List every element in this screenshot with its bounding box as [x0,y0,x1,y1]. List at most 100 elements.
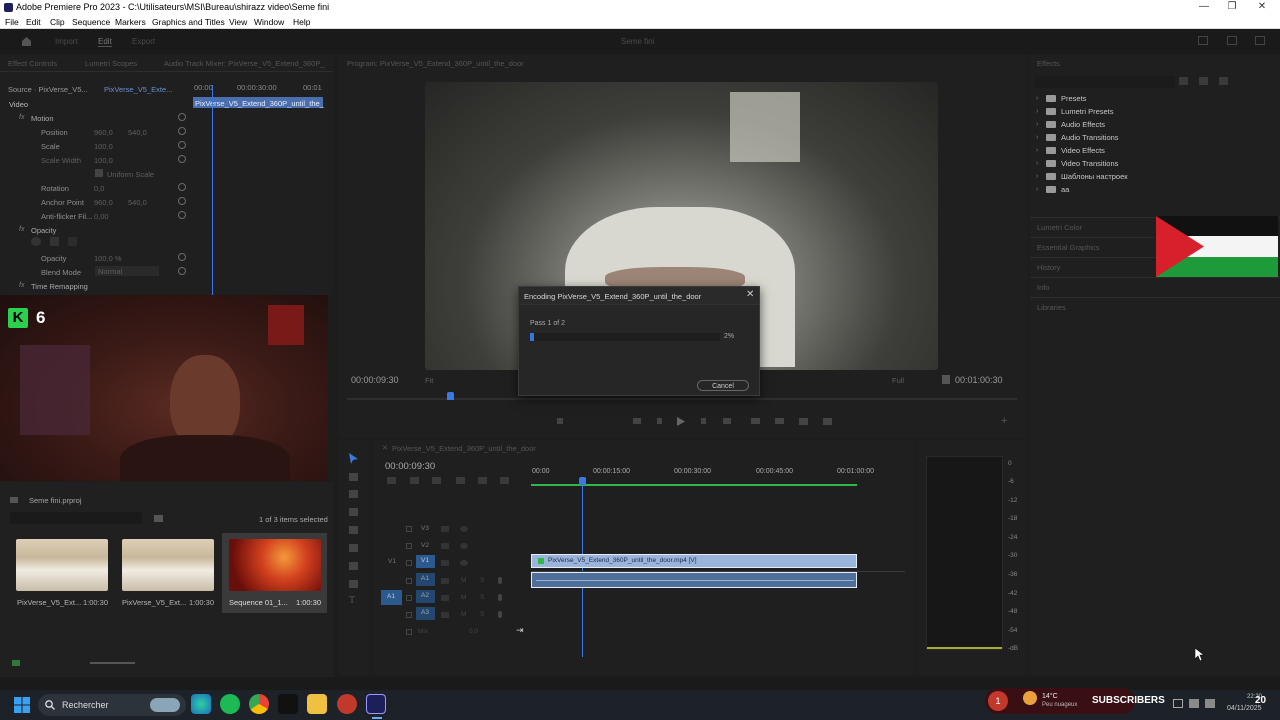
insert-sequence-icon[interactable] [387,477,396,484]
extract-icon[interactable] [775,418,784,424]
add-marker-icon[interactable] [557,418,563,424]
mix-expand-icon[interactable]: ⇥ [516,625,524,636]
tab-lumetri-scopes[interactable]: Lumetri Scopes [85,59,137,68]
effects-item[interactable]: Шаблоны настроек [1061,172,1128,181]
effects-item[interactable]: Audio Effects [1061,120,1105,129]
lock-icon[interactable] [406,629,412,635]
mix-value[interactable]: 0,0 [469,628,478,635]
chevron-right-icon[interactable]: › [1036,173,1038,180]
taskbar-search[interactable]: Rechercher [38,694,186,716]
project-thumbnail[interactable] [229,539,321,591]
yuv-effects-icon[interactable] [1219,77,1228,85]
home-icon[interactable] [21,36,32,46]
step-back-icon[interactable] [633,418,641,424]
file-explorer-icon[interactable] [307,694,327,714]
ec-value[interactable]: 0,0 [94,184,104,193]
menu-sequence[interactable]: Sequence [72,17,110,27]
tab-effect-controls[interactable]: Effect Controls [8,59,57,68]
project-search-input[interactable] [10,512,142,524]
premiere-taskbar-icon[interactable] [366,694,386,714]
effects-item[interactable]: Presets [1061,94,1086,103]
sync-lock-icon[interactable] [441,612,449,618]
effects-item[interactable]: Video Effects [1061,146,1105,155]
menu-clip[interactable]: Clip [50,17,65,27]
edge-icon[interactable] [191,694,211,714]
reset-icon[interactable] [178,141,186,149]
slip-tool-icon[interactable] [349,526,358,534]
rectangle-tool-icon[interactable] [349,562,358,570]
razor-tool-icon[interactable] [349,508,358,516]
project-thumbnail[interactable] [16,539,108,591]
effects-search-input[interactable] [1035,76,1175,88]
reset-icon[interactable] [178,183,186,191]
sync-lock-icon[interactable] [441,543,449,549]
share-icon[interactable] [1227,36,1237,45]
snap-icon[interactable] [410,477,419,484]
mask-rect-icon[interactable] [50,237,59,246]
timeline-tab[interactable]: PixVerse_V5_Extend_360P_until_the_door [392,444,536,453]
mute-icon[interactable]: M [461,611,466,618]
source-patch-a[interactable]: A1 [381,590,402,605]
hand-tool-icon[interactable] [349,580,358,588]
panel-libraries[interactable]: Libraries [1037,303,1066,312]
solo-icon[interactable]: S [480,611,484,618]
resolution-select[interactable]: Full [892,376,904,385]
chevron-right-icon[interactable]: › [1036,147,1038,154]
track-target-a2[interactable]: A2 [416,590,435,603]
compare-icon[interactable] [823,418,832,425]
zoom-slider[interactable] [90,662,135,664]
mute-icon[interactable]: M [461,577,466,584]
wrench-icon[interactable] [942,375,950,384]
menu-graphics[interactable]: Graphics and Titles [152,17,225,27]
lift-icon[interactable] [751,418,760,424]
reset-icon[interactable] [178,127,186,135]
network-icon[interactable] [1205,699,1215,708]
spotify-icon[interactable] [220,694,240,714]
wrench-icon[interactable] [478,477,487,484]
program-playhead[interactable] [447,392,454,400]
timeline-timecode[interactable]: 00:00:09:30 [385,461,435,472]
32bit-effects-icon[interactable] [1199,77,1208,85]
close-button[interactable]: ✕ [1247,1,1277,12]
lock-icon[interactable] [406,595,412,601]
program-timecode[interactable]: 00:00:09:30 [351,375,399,385]
reset-icon[interactable] [178,267,186,275]
chevron-right-icon[interactable]: › [1036,121,1038,128]
chevron-right-icon[interactable]: › [1036,186,1038,193]
ripple-edit-tool-icon[interactable] [349,490,358,498]
chevron-right-icon[interactable]: › [1036,108,1038,115]
lock-icon[interactable] [406,578,412,584]
tray-monitor-icon[interactable] [1173,699,1183,708]
camera-icon[interactable] [799,418,808,425]
source-label[interactable]: Source · PixVerse_V5... [8,85,88,94]
cancel-button[interactable]: Cancel [697,380,749,391]
tab-audio-mixer[interactable]: Audio Track Mixer: PixVerse_V5_Extend_36… [164,59,325,68]
video-clip[interactable]: PixVerse_V5_Extend_360P_until_the_door.m… [531,554,857,568]
fit-select[interactable]: Fit [425,376,433,385]
ec-value[interactable]: 960,0 [94,128,113,137]
effects-item[interactable]: aa [1061,185,1069,194]
type-tool-icon[interactable]: T [349,595,355,606]
app-icon[interactable] [337,694,357,714]
blend-mode-select[interactable]: Normal [95,266,159,276]
track-target-a3[interactable]: A3 [416,607,435,620]
step-fwd-icon[interactable] [723,418,731,424]
sync-lock-icon[interactable] [441,595,449,601]
windows-start-icon[interactable] [14,697,30,713]
ec-value[interactable]: 100,0 [94,156,113,165]
clock-time[interactable]: 22:20 [1247,694,1262,700]
eye-icon[interactable] [460,560,468,566]
solo-icon[interactable]: S [480,577,484,584]
play-icon[interactable] [677,417,685,426]
lock-icon[interactable] [406,612,412,618]
ec-value[interactable]: 540,0 [128,198,147,207]
pencil-icon[interactable] [12,660,20,666]
new-bin-icon[interactable] [154,515,163,522]
ec-value[interactable]: 100,0 [94,142,113,151]
sync-lock-icon[interactable] [441,578,449,584]
ec-value[interactable]: 100,0 % [94,254,122,263]
menu-view[interactable]: View [229,17,247,27]
effects-tab[interactable]: Effects [1037,59,1060,68]
effects-item[interactable]: Audio Transitions [1061,133,1119,142]
panel-history[interactable]: History [1037,263,1060,272]
